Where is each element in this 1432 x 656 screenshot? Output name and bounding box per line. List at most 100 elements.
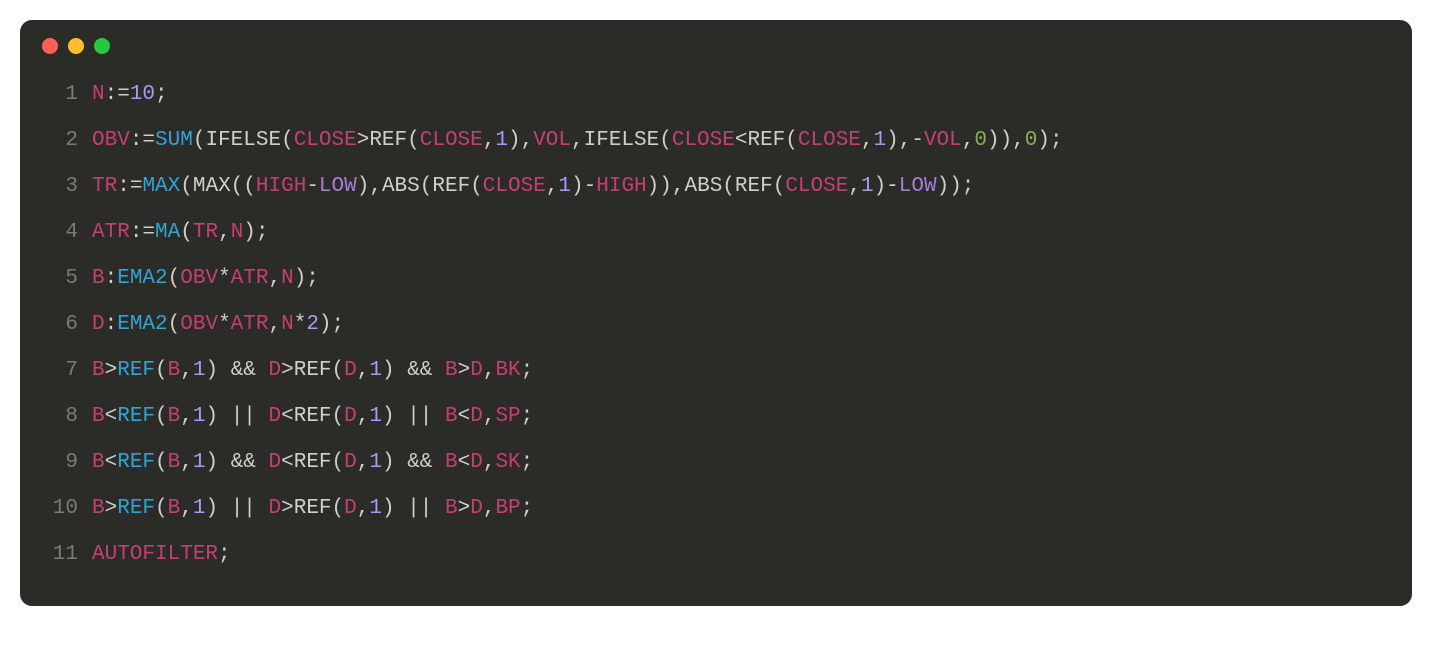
code-token: 1 — [369, 359, 382, 382]
code-token: IFELSE — [584, 129, 660, 152]
code-token: D — [344, 497, 357, 520]
code-token: , — [962, 129, 975, 152]
code-token: ) — [205, 405, 230, 428]
code-token: || — [231, 405, 269, 428]
code-token: > — [105, 497, 118, 520]
code-token: EMA2 — [117, 313, 167, 336]
code-token: 1 — [193, 497, 206, 520]
code-token: AUTOFILTER — [92, 543, 218, 566]
code-line: 7B>REF(B,1) && D>REF(D,1) && B>D,BK; — [20, 348, 1384, 394]
code-token: ; — [521, 497, 534, 520]
code-token: ), — [508, 129, 533, 152]
code-token: VOL — [533, 129, 571, 152]
code-token: < — [281, 405, 294, 428]
code-token: < — [105, 451, 118, 474]
code-token: B — [168, 359, 181, 382]
code-token: ) — [205, 451, 230, 474]
code-token: 1 — [861, 175, 874, 198]
code-token: B — [168, 451, 181, 474]
code-token: REF — [294, 497, 332, 520]
code-token: 2 — [306, 313, 319, 336]
code-token: 0 — [974, 129, 987, 152]
code-token: || — [407, 405, 445, 428]
code-token: 10 — [130, 83, 155, 106]
code-content: N:=10; — [92, 72, 1384, 118]
code-token: D — [92, 313, 105, 336]
line-number: 4 — [20, 210, 92, 256]
code-token: , — [180, 359, 193, 382]
code-token: , — [218, 221, 231, 244]
code-token: , — [546, 175, 559, 198]
code-token: := — [105, 83, 130, 106]
code-token: B — [168, 405, 181, 428]
window-titlebar — [20, 38, 1412, 72]
code-content: B>REF(B,1) || D>REF(D,1) || B>D,BP; — [92, 486, 1384, 532]
code-token: )- — [571, 175, 596, 198]
code-token: N — [92, 83, 105, 106]
code-token: ( — [420, 175, 433, 198]
code-token: B — [92, 405, 105, 428]
code-line: 6D:EMA2(OBV*ATR,N*2); — [20, 302, 1384, 348]
code-token: * — [218, 267, 231, 290]
code-token: CLOSE — [483, 175, 546, 198]
line-number: 1 — [20, 72, 92, 118]
line-number: 11 — [20, 532, 92, 578]
code-token: && — [407, 359, 445, 382]
code-token: ABS — [684, 175, 722, 198]
code-token: ATR — [231, 313, 269, 336]
code-token: SP — [495, 405, 520, 428]
code-token: ) — [205, 359, 230, 382]
code-token: ) — [205, 497, 230, 520]
code-token: ATR — [92, 221, 130, 244]
code-token: D — [344, 405, 357, 428]
code-token: ( — [332, 405, 345, 428]
code-token: || — [231, 497, 269, 520]
code-content: B:EMA2(OBV*ATR,N); — [92, 256, 1384, 302]
line-number: 3 — [20, 164, 92, 210]
code-token: ; — [155, 83, 168, 106]
code-token: B — [92, 267, 105, 290]
code-token: B — [445, 405, 458, 428]
code-token: B — [445, 359, 458, 382]
code-window: 1N:=10;2OBV:=SUM(IFELSE(CLOSE>REF(CLOSE,… — [20, 20, 1412, 606]
code-token: LOW — [899, 175, 937, 198]
code-token: REF — [369, 129, 407, 152]
code-token: : — [105, 267, 118, 290]
code-token: D — [269, 405, 282, 428]
code-token: MAX — [142, 175, 180, 198]
code-token: ABS — [382, 175, 420, 198]
code-token: HIGH — [256, 175, 306, 198]
line-number: 5 — [20, 256, 92, 302]
minimize-icon[interactable] — [68, 38, 84, 54]
code-token: , — [483, 451, 496, 474]
code-token: ( — [180, 175, 193, 198]
code-token: && — [407, 451, 445, 474]
code-token: REF — [294, 405, 332, 428]
code-token: REF — [117, 497, 155, 520]
code-token: TR — [92, 175, 117, 198]
line-number: 7 — [20, 348, 92, 394]
code-token: , — [357, 497, 370, 520]
code-token: D — [470, 405, 483, 428]
code-token: 1 — [369, 405, 382, 428]
code-token: , — [357, 359, 370, 382]
code-token: ; — [521, 359, 534, 382]
code-token: ), — [357, 175, 382, 198]
code-line: 5B:EMA2(OBV*ATR,N); — [20, 256, 1384, 302]
code-content: D:EMA2(OBV*ATR,N*2); — [92, 302, 1384, 348]
code-content: B>REF(B,1) && D>REF(D,1) && B>D,BK; — [92, 348, 1384, 394]
code-token: B — [92, 451, 105, 474]
code-token: BK — [495, 359, 520, 382]
code-token: CLOSE — [798, 129, 861, 152]
code-token: ( — [155, 451, 168, 474]
code-token: TR — [193, 221, 218, 244]
line-number: 10 — [20, 486, 92, 532]
code-token: ) — [382, 405, 407, 428]
code-token: < — [458, 451, 471, 474]
zoom-icon[interactable] — [94, 38, 110, 54]
close-icon[interactable] — [42, 38, 58, 54]
code-token: ATR — [231, 267, 269, 290]
code-token: REF — [735, 175, 773, 198]
code-token: 0 — [1025, 129, 1038, 152]
code-token: ); — [319, 313, 344, 336]
